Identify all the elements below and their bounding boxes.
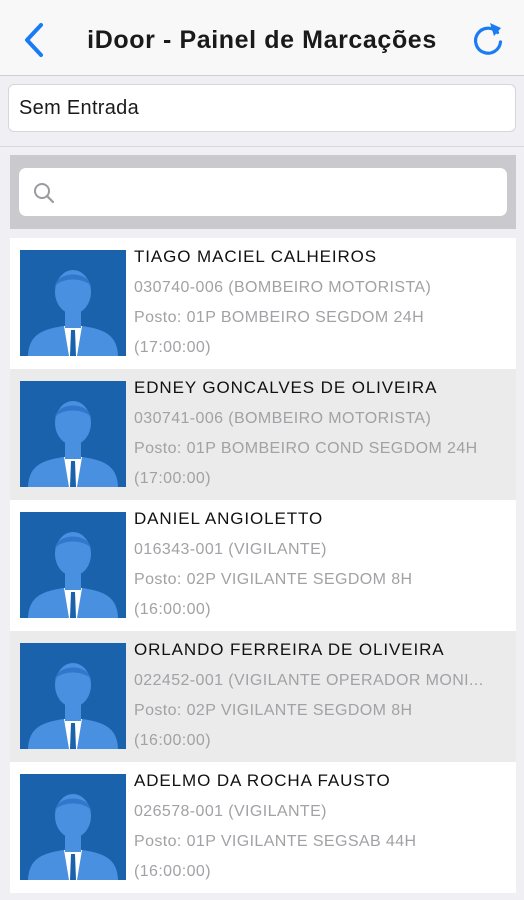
employee-registration: 016343-001 (VIGILANTE) (134, 541, 327, 558)
search-input[interactable] (65, 176, 499, 210)
employee-time: (17:00:00) (134, 470, 211, 487)
employee-registration: 022452-001 (VIGILANTE OPERADOR MONI... (134, 672, 484, 689)
person-avatar-icon (20, 774, 126, 880)
app-screen: iDoor - Painel de Marcações Sem Entrada (0, 0, 524, 900)
chevron-left-icon (25, 23, 43, 57)
search-icon (34, 183, 55, 204)
person-avatar-icon (20, 643, 126, 749)
back-button[interactable] (16, 20, 52, 60)
person-avatar-icon (20, 512, 126, 618)
divider (0, 146, 524, 147)
employee-name: TIAGO MACIEL CALHEIROS (134, 247, 378, 266)
employee-list: TIAGO MACIEL CALHEIROS 030740-006 (BOMBE… (10, 238, 516, 893)
employee-post: Posto: 01P BOMBEIRO SEGDOM 24H (134, 309, 425, 326)
list-item[interactable]: DANIEL ANGIOLETTO 016343-001 (VIGILANTE)… (10, 500, 516, 631)
employee-registration: 026578-001 (VIGILANTE) (134, 803, 327, 820)
list-item[interactable]: TIAGO MACIEL CALHEIROS 030740-006 (BOMBE… (10, 238, 516, 369)
list-item[interactable]: ADELMO DA ROCHA FAUSTO 026578-001 (VIGIL… (10, 762, 516, 893)
search-bar (10, 155, 516, 229)
employee-post: Posto: 02P VIGILANTE SEGDOM 8H (134, 702, 413, 719)
employee-name: DANIEL ANGIOLETTO (134, 509, 324, 528)
employee-time: (17:00:00) (134, 339, 211, 356)
employee-post: Posto: 01P VIGILANTE SEGSAB 44H (134, 833, 417, 850)
refresh-icon (474, 23, 503, 55)
employee-name: EDNEY GONCALVES DE OLIVEIRA (134, 378, 438, 397)
filter-field[interactable]: Sem Entrada (8, 84, 516, 132)
employee-registration: 030740-006 (BOMBEIRO MOTORISTA) (134, 279, 432, 296)
employee-time: (16:00:00) (134, 601, 211, 618)
person-avatar-icon (20, 381, 126, 487)
filter-value: Sem Entrada (19, 97, 140, 119)
refresh-button[interactable] (468, 18, 508, 60)
navigation-bar: iDoor - Painel de Marcações (0, 0, 524, 76)
list-item[interactable]: ORLANDO FERREIRA DE OLIVEIRA 022452-001 … (10, 631, 516, 762)
page-title: iDoor - Painel de Marcações (87, 26, 437, 54)
employee-time: (16:00:00) (134, 863, 211, 880)
employee-post: Posto: 02P VIGILANTE SEGDOM 8H (134, 571, 413, 588)
employee-registration: 030741-006 (BOMBEIRO MOTORISTA) (134, 410, 432, 427)
employee-post: Posto: 01P BOMBEIRO COND SEGDOM 24H (134, 440, 478, 457)
employee-name: ORLANDO FERREIRA DE OLIVEIRA (134, 640, 445, 659)
list-item[interactable]: EDNEY GONCALVES DE OLIVEIRA 030741-006 (… (10, 369, 516, 500)
person-avatar-icon (20, 250, 126, 356)
search-field[interactable] (19, 168, 507, 216)
employee-name: ADELMO DA ROCHA FAUSTO (134, 771, 391, 790)
employee-time: (16:00:00) (134, 732, 211, 749)
